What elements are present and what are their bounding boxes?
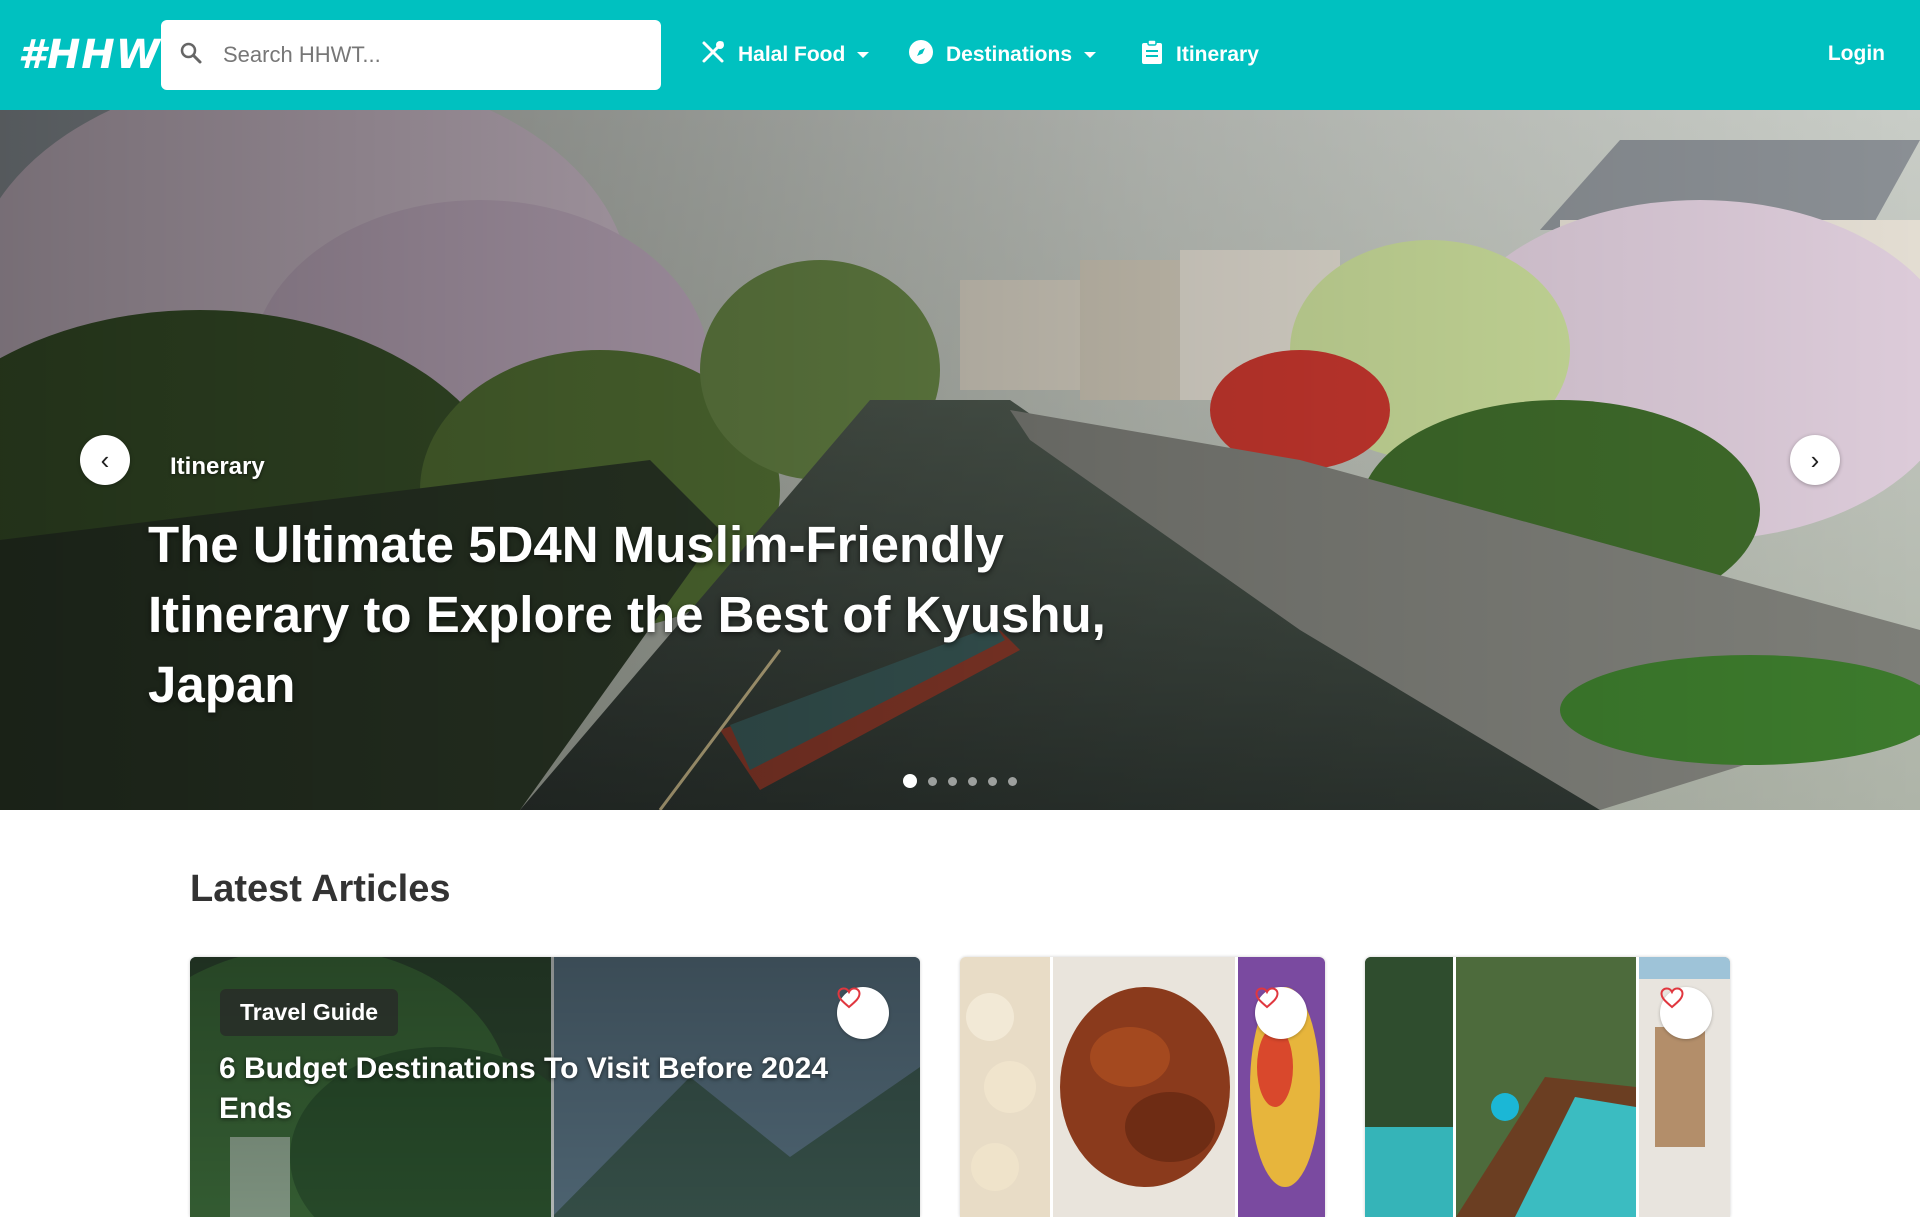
hero-category[interactable]: Itinerary <box>170 453 265 481</box>
nav-destinations[interactable]: Destinations <box>908 35 1097 75</box>
article-card[interactable]: Travel Guide 6 Budget Destinations To Vi… <box>190 957 920 1217</box>
search-icon <box>179 41 203 70</box>
favorite-button[interactable] <box>1660 987 1712 1039</box>
favorite-button[interactable] <box>837 987 889 1039</box>
carousel-dot[interactable] <box>968 776 977 786</box>
chevron-right-icon: › <box>1810 444 1820 475</box>
hero-title[interactable]: The Ultimate 5D4N Muslim-Friendly Itiner… <box>148 510 1168 720</box>
compass-icon <box>908 39 934 71</box>
carousel-next-button[interactable]: › <box>1790 435 1840 485</box>
hero-carousel[interactable]: ‹ › Itinerary The Ultimate 5D4N Muslim-F… <box>0 110 1920 810</box>
nav-itinerary[interactable]: Itinerary <box>1140 35 1259 75</box>
carousel-dot[interactable] <box>988 776 997 786</box>
login-link[interactable]: Login <box>1828 42 1885 66</box>
carousel-dot[interactable] <box>1008 776 1017 786</box>
chevron-left-icon: ‹ <box>100 444 110 475</box>
article-title[interactable]: 6 Budget Destinations To Visit Before 20… <box>219 1049 829 1129</box>
search-input[interactable] <box>221 41 625 69</box>
top-navbar: #HHWT Halal Food Destinations <box>0 0 1920 110</box>
carousel-prev-button[interactable]: ‹ <box>80 435 130 485</box>
chevron-down-icon <box>1084 52 1097 58</box>
nav-itinerary-label: Itinerary <box>1176 43 1259 66</box>
carousel-dots <box>903 774 1028 788</box>
carousel-dot[interactable] <box>903 774 917 788</box>
article-card[interactable] <box>1365 957 1730 1217</box>
nav-halal-food-label: Halal Food <box>738 43 846 66</box>
nav-halal-food[interactable]: Halal Food <box>700 35 870 75</box>
chevron-down-icon <box>857 52 870 58</box>
carousel-dot[interactable] <box>928 776 937 786</box>
article-category-badge: Travel Guide <box>220 989 399 1036</box>
search-box[interactable] <box>161 20 661 90</box>
utensils-icon <box>700 39 726 71</box>
latest-articles-heading: Latest Articles <box>190 868 451 910</box>
nav-destinations-label: Destinations <box>946 43 1073 66</box>
article-card[interactable] <box>960 957 1325 1217</box>
carousel-dot[interactable] <box>948 776 957 786</box>
clipboard-icon <box>1140 39 1164 71</box>
favorite-button[interactable] <box>1255 987 1307 1039</box>
